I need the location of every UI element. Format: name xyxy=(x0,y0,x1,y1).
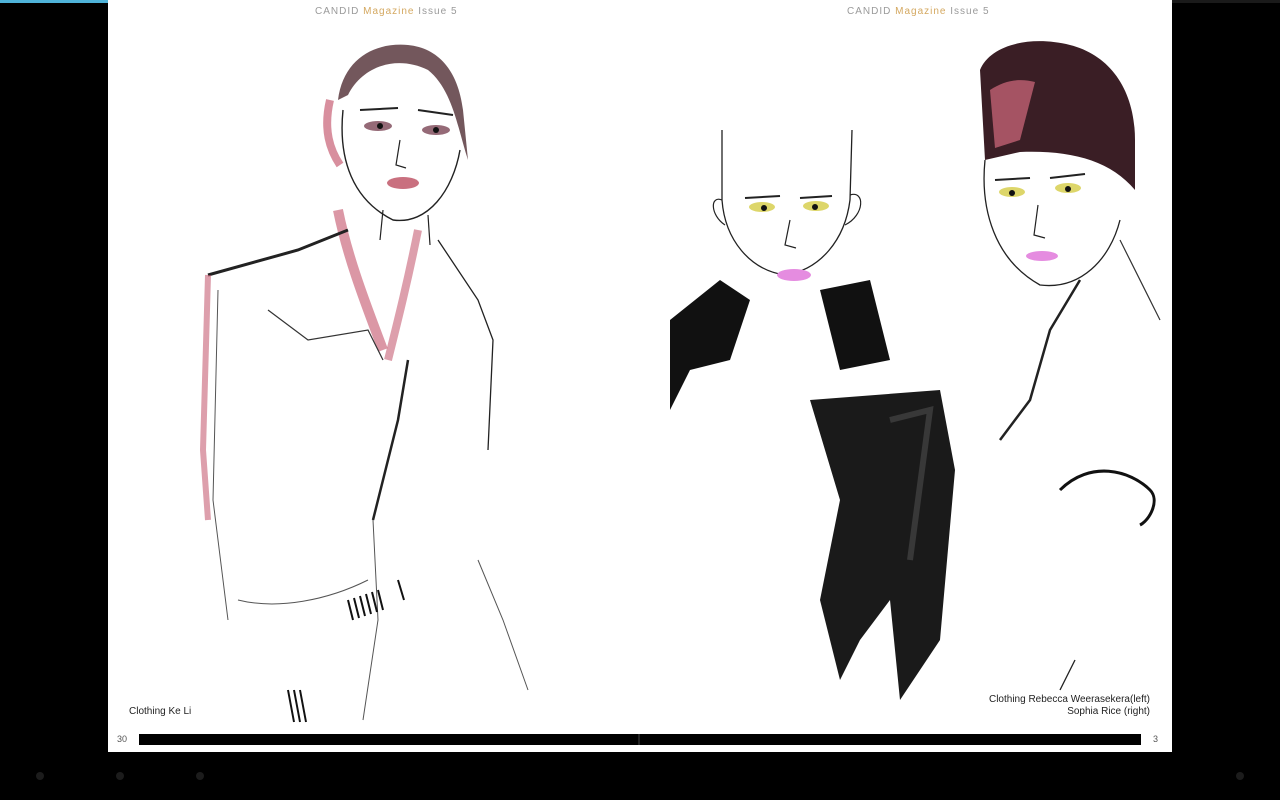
left-page-number: 30 xyxy=(117,734,128,744)
right-caption-line1: Clothing Rebecca Weerasekera(left) xyxy=(988,694,1150,705)
right-caption-line2: Sophia Rice (right) xyxy=(1067,706,1150,717)
nav-dot-icon[interactable] xyxy=(196,772,204,780)
illustration-right-figures xyxy=(670,41,1161,700)
magazine-spread[interactable]: CANDID Magazine Issue 5 Clothing Ke Li 3… xyxy=(108,0,1172,752)
right-page[interactable]: CANDID Magazine Issue 5 Clothing Rebecca… xyxy=(640,0,1172,752)
right-caption: Clothing Rebecca Weerasekera(left) Sophi… xyxy=(989,694,1150,718)
illustration-left-figure xyxy=(199,44,529,723)
right-page-number: 3 xyxy=(1152,734,1158,744)
left-caption: Clothing Ke Li xyxy=(129,706,192,717)
page-scrubber[interactable] xyxy=(139,734,1141,745)
nav-dot-icon[interactable] xyxy=(36,772,44,780)
left-page[interactable]: CANDID Magazine Issue 5 Clothing Ke Li 3… xyxy=(108,0,640,752)
page-scrubber-divider xyxy=(638,734,640,745)
nav-dot-icon[interactable] xyxy=(116,772,124,780)
nav-dot-icon[interactable] xyxy=(1236,772,1244,780)
